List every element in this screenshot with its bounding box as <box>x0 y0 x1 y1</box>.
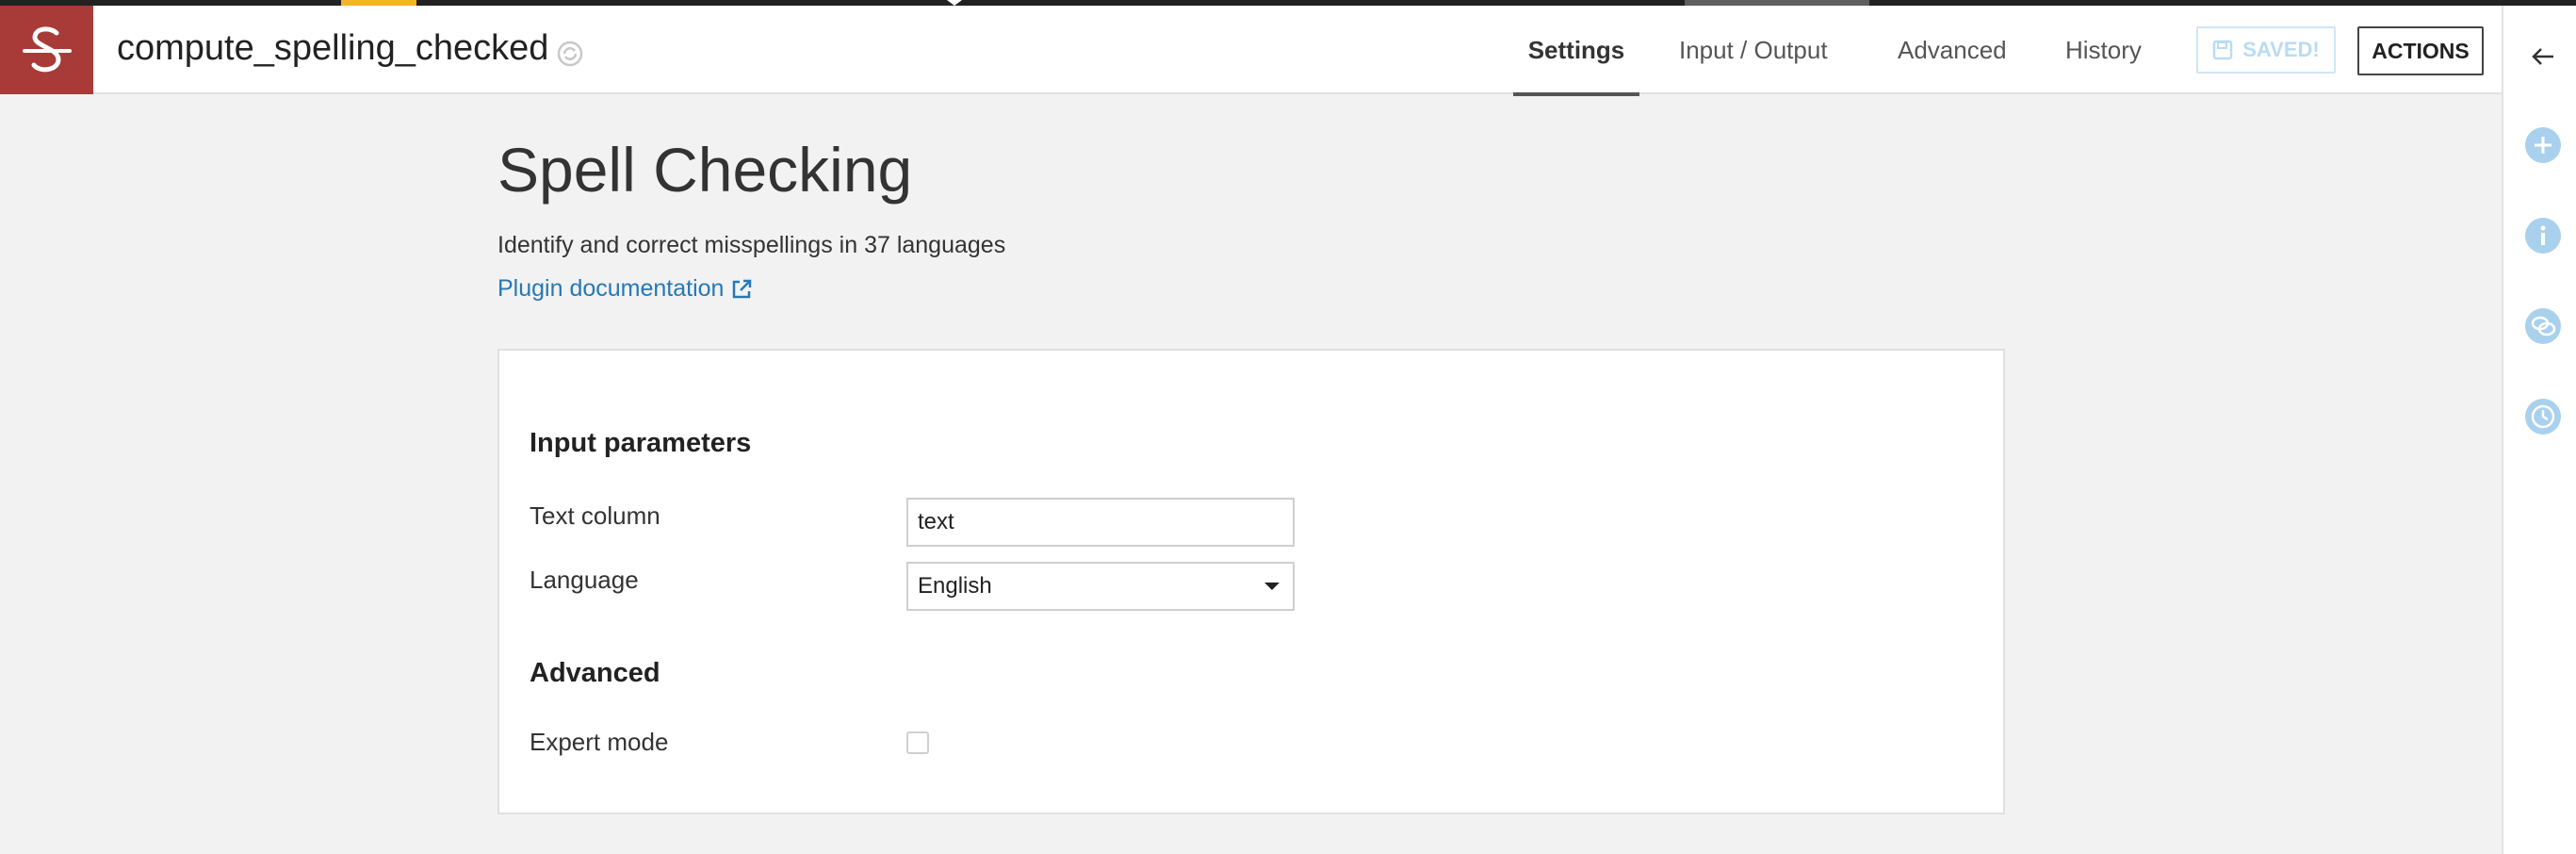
external-link-icon <box>733 279 752 298</box>
advanced-heading: Advanced <box>530 658 660 688</box>
right-rail <box>2502 6 2576 854</box>
expert-mode-checkbox[interactable] <box>906 731 929 754</box>
back-arrow-icon[interactable] <box>2524 38 2562 75</box>
add-icon[interactable] <box>2524 126 2562 164</box>
chevron-down-icon <box>1264 583 1280 590</box>
language-select[interactable]: English <box>906 562 1295 611</box>
text-column-label: Text column <box>530 501 660 530</box>
language-label: Language <box>530 566 639 594</box>
settings-card: Input parameters Text column Language En… <box>497 349 2005 814</box>
expert-mode-label: Expert mode <box>530 728 669 756</box>
sync-status-icon[interactable] <box>556 40 584 68</box>
tab-advanced[interactable]: Advanced <box>1898 6 2007 94</box>
doc-link-label: Plugin documentation <box>497 275 725 302</box>
actions-button[interactable]: ACTIONS <box>2357 26 2484 75</box>
spell-check-recipe-icon[interactable] <box>0 6 93 94</box>
tab-settings[interactable]: Settings <box>1513 6 1639 96</box>
tab-history[interactable]: History <box>2065 6 2142 94</box>
language-selected-value: English <box>918 573 992 599</box>
discussions-icon[interactable] <box>2524 307 2562 345</box>
saved-button[interactable]: SAVED! <box>2196 26 2336 74</box>
recipe-name[interactable]: compute_spelling_checked <box>117 28 548 69</box>
save-disk-icon <box>2213 40 2233 60</box>
input-parameters-heading: Input parameters <box>530 428 752 458</box>
page-description: Identify and correct misspellings in 37 … <box>497 232 1006 258</box>
history-icon[interactable] <box>2524 398 2562 435</box>
page-title: Spell Checking <box>497 135 913 205</box>
saved-label: SAVED! <box>2242 38 2320 61</box>
tab-input-output[interactable]: Input / Output <box>1679 6 1828 94</box>
recipe-header: compute_spelling_checked Settings Input … <box>0 6 2502 96</box>
text-column-input[interactable] <box>906 498 1295 547</box>
info-icon[interactable] <box>2524 217 2562 255</box>
plugin-documentation-link[interactable]: Plugin documentation <box>497 275 754 303</box>
